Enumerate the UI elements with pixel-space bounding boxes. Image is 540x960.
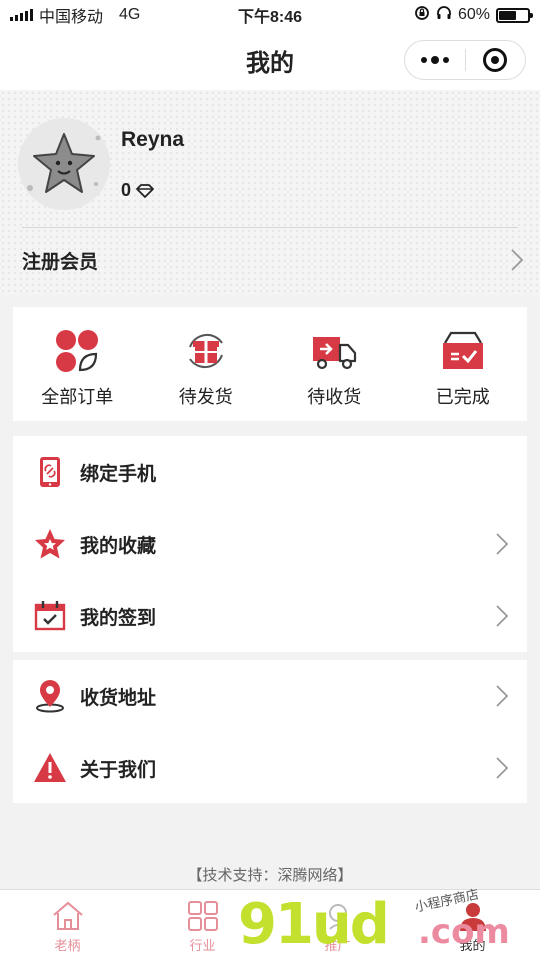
diamond-icon: [136, 183, 154, 198]
close-miniprogram-button[interactable]: [466, 41, 526, 79]
gift-pending-icon: [188, 333, 223, 369]
menu-about[interactable]: 关于我们: [13, 732, 527, 804]
starfish-avatar-icon: [18, 118, 110, 210]
menu-address-label: 收货地址: [80, 687, 157, 709]
network-label: 4G: [119, 6, 141, 23]
menu-bind-phone-label: 绑定手机: [80, 463, 157, 485]
menu-group-info: 收货地址 关于我们: [13, 660, 527, 803]
star-icon: [35, 529, 65, 559]
chevron-right-icon: [496, 685, 509, 707]
chevron-right-icon: [496, 533, 509, 555]
all-orders-icon: [56, 330, 99, 372]
menu-address[interactable]: 收货地址: [13, 660, 527, 732]
tab-home-label: 老柄: [54, 938, 81, 953]
order-pending-receive[interactable]: 待收货: [270, 307, 399, 421]
menu-bind-phone[interactable]: 绑定手机: [13, 436, 527, 508]
home-icon: [52, 901, 83, 930]
order-pending-receive-label: 待收货: [307, 387, 362, 407]
tab-industry[interactable]: 行业: [135, 890, 270, 960]
box-completed-icon: [442, 331, 483, 369]
truck-icon: [313, 337, 357, 370]
chevron-right-icon: [496, 605, 509, 627]
calendar-check-icon: [34, 601, 66, 631]
order-pending-ship-label: 待发货: [178, 387, 233, 407]
points-value: 0: [121, 180, 132, 200]
register-member-label: 注册会员: [22, 251, 99, 273]
order-all[interactable]: 全部订单: [13, 307, 142, 421]
rotation-lock-icon: [414, 5, 430, 26]
promote-icon: [328, 904, 347, 930]
order-completed[interactable]: 已完成: [399, 307, 528, 421]
more-dots-icon: [420, 56, 449, 64]
user-icon: [459, 903, 486, 931]
battery-percent: 60%: [457, 6, 490, 23]
battery-icon: [496, 7, 533, 23]
menu-group-account: 绑定手机 我的收藏 我的签到: [13, 436, 527, 652]
target-circle-icon: [483, 48, 508, 72]
grid-icon: [187, 901, 218, 931]
order-shortcuts: 全部订单 待发货 待收货 已完成: [13, 307, 527, 421]
miniprogram-capsule: [404, 40, 526, 80]
order-pending-ship[interactable]: 待发货: [142, 307, 271, 421]
nav-bar: 我的: [0, 30, 540, 90]
tab-promote-label: 推广: [324, 938, 351, 953]
phone-link-icon: [40, 457, 60, 487]
menu-checkin[interactable]: 我的签到: [13, 580, 527, 652]
register-member-row[interactable]: 注册会员: [22, 240, 524, 280]
page-title: 我的: [246, 49, 294, 77]
location-pin-icon: [36, 680, 64, 713]
chevron-right-icon: [496, 757, 509, 779]
chevron-right-icon: [511, 249, 524, 271]
tab-industry-label: 行业: [189, 938, 216, 953]
menu-favorites-label: 我的收藏: [80, 535, 157, 557]
username: Reyna: [121, 128, 185, 151]
order-all-label: 全部订单: [41, 387, 114, 407]
tab-mine[interactable]: 我的: [405, 890, 540, 960]
profile-section: Reyna 0 注册会员: [0, 90, 540, 295]
menu-favorites[interactable]: 我的收藏: [13, 508, 527, 580]
status-bar: 中国移动 4G 下午8:46 60%: [0, 0, 540, 30]
points-display: 0: [121, 180, 155, 201]
warning-icon: [34, 753, 66, 782]
menu-about-label: 关于我们: [80, 759, 157, 781]
tab-bar: 老柄 行业 推广 我的: [0, 889, 540, 960]
avatar[interactable]: [18, 118, 110, 210]
more-button[interactable]: [405, 41, 465, 79]
signal-icon: [10, 9, 33, 21]
carrier-label: 中国移动: [39, 9, 104, 26]
tab-promote[interactable]: 推广: [270, 890, 405, 960]
tab-home[interactable]: 老柄: [0, 890, 135, 960]
order-completed-label: 已完成: [435, 387, 490, 407]
tech-support-text: 【技术支持：深腾网络】: [187, 867, 353, 884]
menu-checkin-label: 我的签到: [80, 607, 157, 629]
tab-mine-label: 我的: [459, 938, 486, 953]
headphones-icon: [436, 5, 452, 26]
